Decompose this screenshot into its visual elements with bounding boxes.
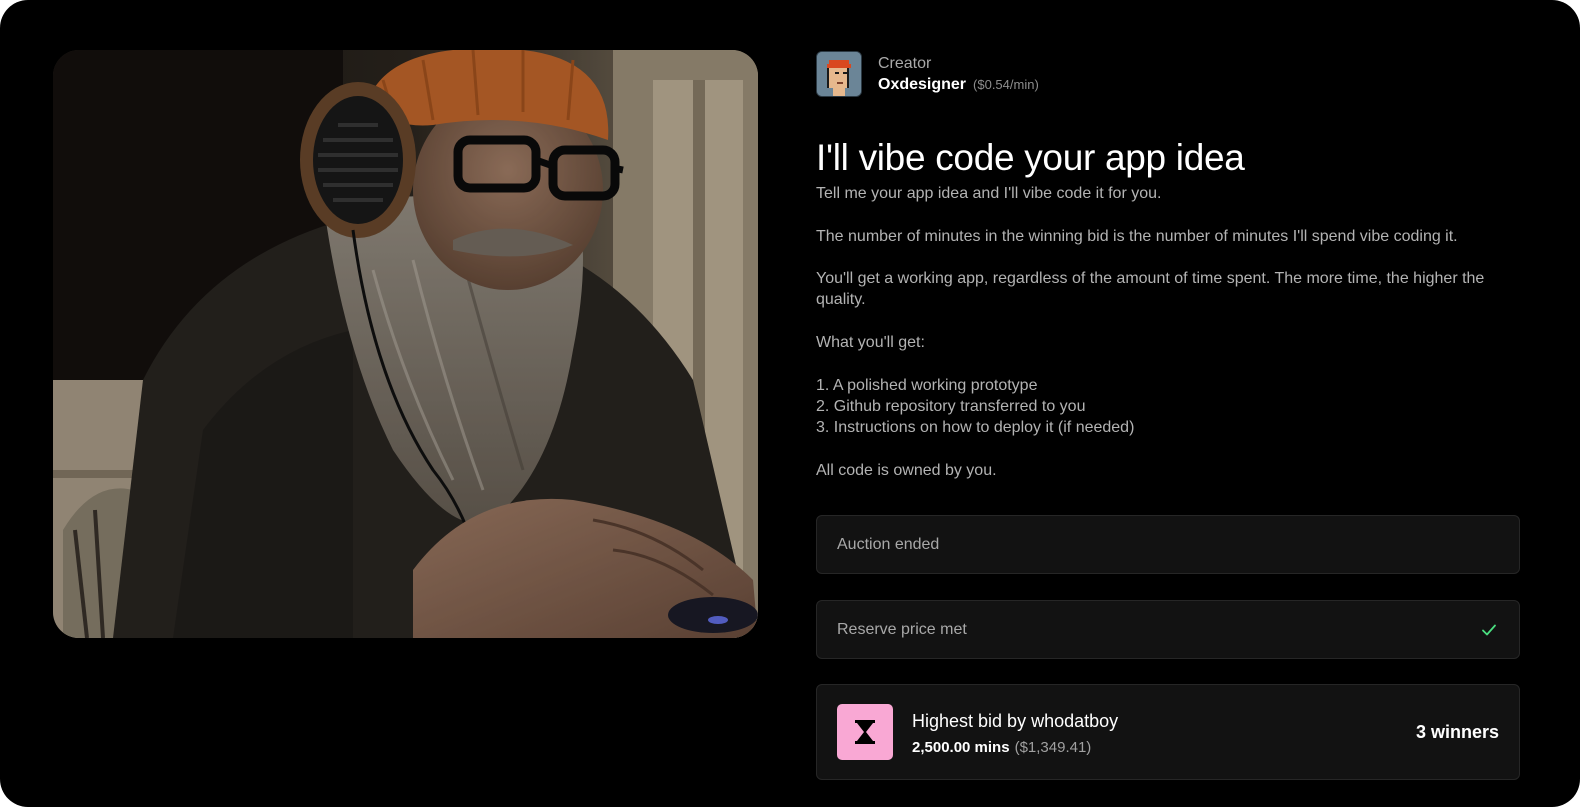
- winners-count: 3 winners: [1415, 721, 1499, 742]
- reserve-status-label: Reserve price met: [837, 620, 967, 638]
- hourglass-icon: [837, 704, 893, 760]
- description-paragraph: The number of minutes in the winning bid…: [816, 227, 1458, 245]
- listing-photo: [53, 50, 758, 638]
- creator-rate: ($0.54/min): [973, 77, 1039, 92]
- reserve-status: Reserve price met: [816, 600, 1520, 659]
- creator-label: Creator: [878, 55, 932, 72]
- deliverable-item: 3. Instructions on how to deploy it (if …: [816, 419, 1135, 437]
- deliverables-list: 1. A polished working prototype 2. Githu…: [816, 375, 1522, 439]
- creator-name-row: Oxdesigner ($0.54/min): [878, 74, 1039, 95]
- bid-details: Highest bid by whodatboy 2,500.00 mins (…: [912, 709, 1416, 756]
- deliverable-item: 1. A polished working prototype: [816, 376, 1038, 394]
- highest-bid-title: Highest bid by whodatboy: [912, 710, 1119, 731]
- description-paragraph: You'll get a working app, regardless of …: [816, 270, 1485, 309]
- creator-avatar[interactable]: [816, 51, 862, 97]
- listing-details: Creator Oxdesigner ($0.54/min) I'll vibe…: [816, 50, 1522, 780]
- auction-status: Auction ended: [816, 515, 1520, 574]
- listing-title: I'll vibe code your app idea: [816, 137, 1245, 178]
- bid-usd: ($1,349.41): [1014, 738, 1092, 756]
- bearded-man-headphones-image: [53, 50, 758, 638]
- creator-row[interactable]: Creator Oxdesigner ($0.54/min): [816, 50, 1522, 98]
- bid-amount: 2,500.00 mins: [912, 738, 1010, 756]
- creator-info: Creator Oxdesigner ($0.54/min): [878, 53, 1039, 95]
- deliverable-item: 2. Github repository transferred to you: [816, 397, 1086, 415]
- highest-bid-card[interactable]: Highest bid by whodatboy 2,500.00 mins (…: [816, 684, 1520, 780]
- ownership-note: All code is owned by you.: [816, 461, 997, 479]
- bid-amount-row: 2,500.00 mins ($1,349.41): [912, 739, 1416, 756]
- creator-name[interactable]: Oxdesigner: [878, 74, 966, 95]
- check-icon: [1482, 624, 1496, 635]
- auction-status-label: Auction ended: [837, 535, 940, 553]
- listing-description: Tell me your app idea and I'll vibe code…: [816, 183, 1522, 502]
- description-paragraph: Tell me your app idea and I'll vibe code…: [816, 185, 1162, 202]
- pixel-punk-avatar-icon: [817, 52, 861, 96]
- description-paragraph: What you'll get:: [816, 334, 925, 352]
- app-window: Creator Oxdesigner ($0.54/min) I'll vibe…: [0, 0, 1580, 807]
